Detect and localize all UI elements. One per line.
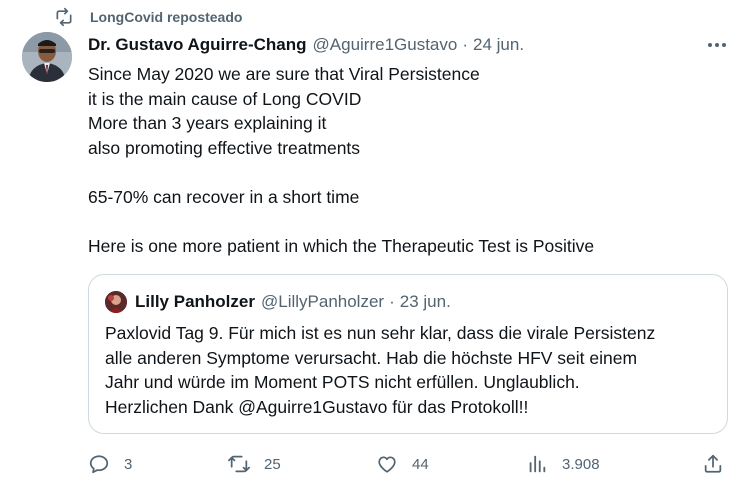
quote-line: Jahr und würde im Moment POTS nicht erfü… — [105, 372, 580, 392]
separator-dot: · — [389, 292, 395, 311]
heart-icon — [378, 456, 396, 473]
quote-header: Lilly Panholzer @LillyPanholzer · 23 jun… — [105, 291, 451, 313]
quote-author-handle[interactable]: @LillyPanholzer — [261, 292, 384, 312]
repost-label: LongCovid reposteado — [90, 9, 243, 25]
tweet-line — [88, 209, 728, 234]
views-icon — [529, 455, 546, 473]
quote-time[interactable]: 23 jun. — [400, 292, 451, 312]
reply-button[interactable]: 3 — [88, 450, 132, 478]
views-button[interactable]: 3.908 — [526, 450, 600, 478]
like-button[interactable]: 44 — [376, 450, 429, 478]
tweet-text: Since May 2020 we are sure that Viral Pe… — [88, 62, 728, 258]
like-count: 44 — [412, 455, 429, 473]
tweet-header: Dr. Gustavo Aguirre-Chang @Aguirre1Gusta… — [88, 34, 726, 56]
tweet-line: More than 3 years explaining it — [88, 113, 327, 133]
avatar-image — [22, 32, 72, 82]
tweet-line: Since May 2020 we are sure that Viral Pe… — [88, 64, 480, 84]
retweet-button[interactable]: 25 — [228, 450, 281, 478]
reply-icon — [89, 455, 109, 474]
quote-line: alle anderen Symptome verursacht. Hab di… — [105, 347, 638, 368]
quoted-tweet[interactable]: Lilly Panholzer @LillyPanholzer · 23 jun… — [88, 274, 728, 434]
avatar[interactable] — [22, 32, 72, 82]
tweet-line — [88, 160, 728, 185]
more-icon — [708, 43, 726, 47]
retweet-icon — [228, 455, 250, 473]
tweet-line: Here is one more patient in which the Th… — [88, 235, 595, 256]
repost-icon — [56, 7, 72, 27]
quote-text: Paxlovid Tag 9. Für mich ist es nun sehr… — [105, 321, 715, 419]
tweet-line: it is the main cause of Long COVID — [88, 88, 362, 109]
share-icon — [704, 454, 722, 473]
action-bar: 3 25 44 3.908 — [88, 450, 728, 478]
author-handle[interactable]: @Aguirre1Gustavo — [313, 35, 458, 55]
views-count: 3.908 — [562, 455, 600, 473]
share-button[interactable] — [702, 450, 724, 478]
quote-line: Herzlichen Dank @Aguirre1Gustavo für das… — [105, 396, 529, 417]
tweet-line: also promoting effective treatments — [88, 137, 361, 158]
quote-line: Paxlovid Tag 9. Für mich ist es nun sehr… — [105, 323, 656, 343]
repost-indicator[interactable]: LongCovid reposteado — [54, 6, 242, 28]
quote-avatar — [105, 291, 127, 313]
more-button[interactable] — [706, 36, 728, 54]
quote-author-name[interactable]: Lilly Panholzer — [135, 292, 255, 312]
reply-count: 3 — [124, 455, 133, 473]
author-name[interactable]: Dr. Gustavo Aguirre-Chang — [88, 35, 307, 55]
tweet-line: 65-70% can recover in a short time — [88, 186, 360, 207]
tweet-time[interactable]: 24 jun. — [473, 35, 524, 55]
separator-dot: · — [462, 35, 469, 54]
retweet-count: 25 — [264, 455, 281, 473]
